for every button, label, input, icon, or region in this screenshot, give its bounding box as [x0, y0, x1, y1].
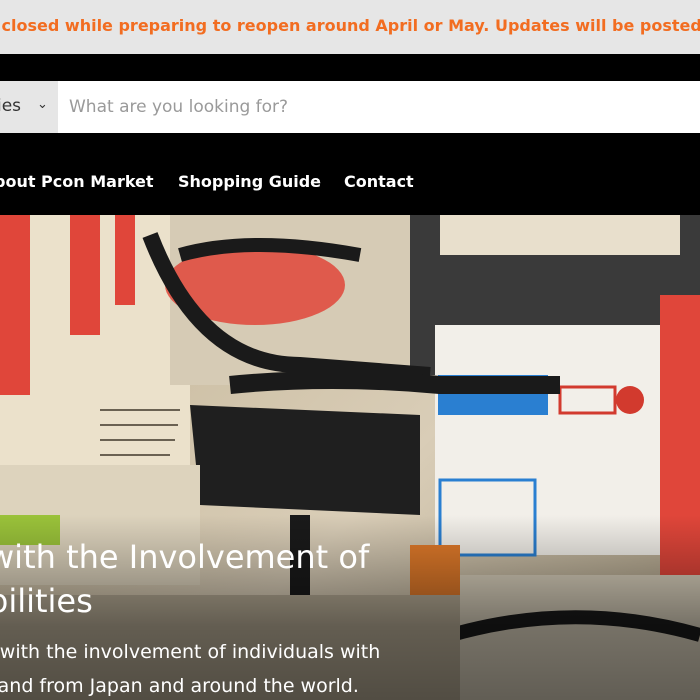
- search-input[interactable]: [58, 81, 700, 133]
- header-spacer: [0, 54, 700, 81]
- hero-banner: with the Involvement of bilities ed with…: [0, 215, 700, 700]
- hero-subtitle-line: ed with the involvement of individuals w…: [0, 641, 381, 663]
- search-bar: ries ⌄: [0, 81, 700, 133]
- chevron-down-icon: ⌄: [37, 97, 48, 112]
- nav-item-contact[interactable]: Contact: [344, 172, 414, 191]
- main-nav: bout Pcon Market Shopping Guide Contact: [0, 133, 700, 215]
- announcement-text: rarily closed while preparing to reopen …: [0, 16, 700, 35]
- hero-title: with the Involvement of bilities: [0, 535, 548, 623]
- hero-subtitle: ed with the involvement of individuals w…: [0, 635, 510, 700]
- hero-subtitle-line: es and from Japan and around the world.: [0, 675, 359, 697]
- nav-item-about[interactable]: bout Pcon Market: [0, 172, 154, 191]
- nav-item-shopping-guide[interactable]: Shopping Guide: [178, 172, 321, 191]
- category-select[interactable]: ries ⌄: [0, 81, 58, 133]
- category-select-label: ries: [0, 96, 22, 116]
- announcement-bar: rarily closed while preparing to reopen …: [0, 0, 700, 54]
- hero-title-line: with the Involvement of: [0, 538, 370, 576]
- hero-title-line: bilities: [0, 582, 93, 620]
